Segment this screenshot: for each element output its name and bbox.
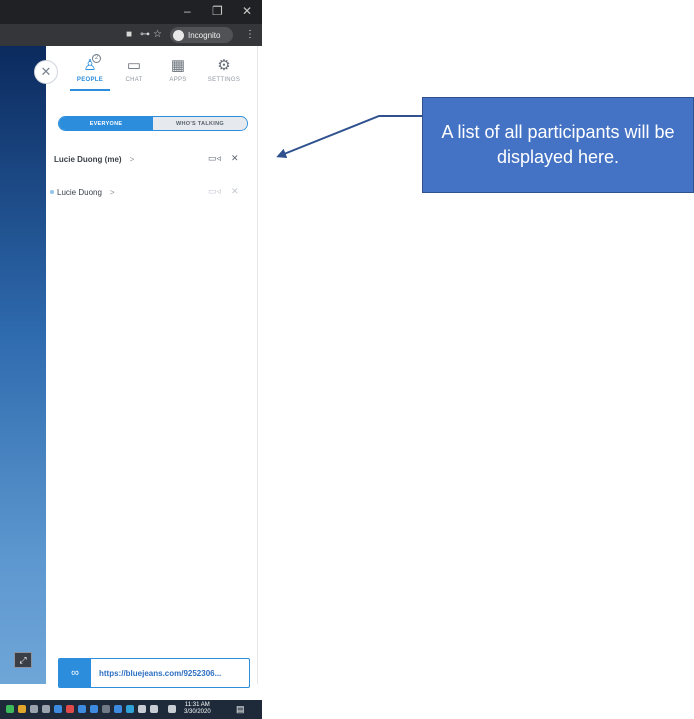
app-icon[interactable] — [54, 705, 62, 713]
participant-row[interactable]: Lucie Duong > ▭◃ ✕ — [50, 181, 250, 203]
fullscreen-icon[interactable]: ⤢ — [14, 652, 32, 668]
browser-menu-button[interactable]: ⋮ — [245, 29, 255, 41]
key-icon[interactable]: ⊶ — [140, 29, 150, 41]
people-count-badge: 2 — [92, 54, 101, 63]
participants-panel: ♙ 2 PEOPLE ▭ CHAT ▦ APPS ⚙ SETTINGS EVER… — [46, 46, 258, 688]
speaking-indicator-icon — [50, 190, 54, 194]
annotation-callout: A list of all participants will be displ… — [422, 97, 694, 193]
video-camera-icon[interactable]: ▭◃ — [208, 153, 221, 164]
minimize-window-button[interactable]: – — [184, 4, 191, 18]
camera-icon[interactable]: ■ — [126, 29, 132, 41]
participant-row[interactable]: Lucie Duong (me) > ▭◃ ✕ — [54, 148, 250, 170]
windows-taskbar: 11:31 AM 3/30/2020 ▤ — [0, 700, 262, 719]
close-panel-button[interactable]: ✕ — [34, 60, 58, 84]
restore-window-button[interactable]: ❐ — [212, 4, 223, 18]
participant-filter: EVERYONE WHO'S TALKING — [58, 116, 248, 131]
tab-apps-label: APPS — [169, 77, 187, 83]
people-icon: ♙ — [83, 57, 97, 74]
network-icon[interactable] — [126, 705, 134, 713]
app-icon[interactable] — [30, 705, 38, 713]
star-icon[interactable]: ☆ — [153, 29, 162, 41]
incognito-indicator[interactable]: Incognito — [170, 27, 233, 43]
apps-icon: ▦ — [170, 57, 186, 74]
callout-text: A list of all participants will be displ… — [441, 122, 675, 167]
settings-icon: ⚙ — [217, 57, 231, 74]
link-icon[interactable]: ∞ — [59, 659, 91, 687]
app-icon[interactable] — [102, 705, 110, 713]
tab-settings-label: SETTINGS — [207, 77, 241, 83]
taskbar-clock[interactable]: 11:31 AM 3/30/2020 — [184, 702, 211, 716]
chat-icon: ▭ — [126, 57, 142, 74]
clock-date: 3/30/2020 — [184, 709, 211, 715]
incognito-label: Incognito — [188, 30, 221, 40]
tab-chat-label: CHAT — [125, 77, 143, 83]
meeting-link-box[interactable]: ∞ https://bluejeans.com/9252306... — [58, 658, 250, 688]
chevron-right-icon[interactable]: > — [110, 188, 115, 197]
app-icon[interactable] — [66, 705, 74, 713]
microphone-muted-icon[interactable]: ✕ — [231, 153, 239, 164]
participant-name: Lucie Duong — [57, 187, 102, 197]
tab-people-label: PEOPLE — [76, 77, 104, 83]
incognito-icon — [173, 29, 184, 41]
tab-settings[interactable]: ⚙ SETTINGS — [204, 56, 244, 90]
microphone-muted-icon: ✕ — [231, 186, 239, 196]
bluetooth-icon[interactable] — [114, 705, 122, 713]
video-area — [0, 46, 46, 684]
browser-titlebar: – ❐ ✕ — [0, 0, 262, 24]
onedrive-icon[interactable] — [90, 705, 98, 713]
filter-everyone-button[interactable]: EVERYONE — [59, 117, 153, 130]
chevron-right-icon[interactable]: > — [130, 155, 135, 164]
clock-time: 11:31 AM — [184, 702, 210, 708]
battery-icon[interactable] — [150, 705, 158, 713]
tab-chat[interactable]: ▭ CHAT — [114, 56, 154, 90]
video-camera-off-icon: ▭◃ — [208, 186, 222, 196]
meeting-url[interactable]: https://bluejeans.com/9252306... — [91, 659, 249, 687]
close-icon: ✕ — [40, 64, 52, 79]
panel-tabs: ♙ 2 PEOPLE ▭ CHAT ▦ APPS ⚙ SETTINGS — [70, 54, 250, 90]
participant-name: Lucie Duong (me) — [54, 154, 122, 164]
active-tab-underline — [70, 89, 110, 91]
volume-icon[interactable] — [138, 705, 146, 713]
tab-people[interactable]: ♙ 2 PEOPLE — [70, 54, 110, 90]
app-icon[interactable] — [42, 705, 50, 713]
filter-whos-talking-button[interactable]: WHO'S TALKING — [153, 117, 247, 130]
app-icon[interactable] — [6, 705, 14, 713]
tab-apps[interactable]: ▦ APPS — [158, 56, 198, 90]
app-icon[interactable] — [18, 705, 26, 713]
notification-icon[interactable]: ▤ — [236, 704, 245, 715]
app-icon[interactable] — [78, 705, 86, 713]
usb-icon[interactable] — [168, 705, 176, 713]
close-window-button[interactable]: ✕ — [242, 4, 252, 18]
